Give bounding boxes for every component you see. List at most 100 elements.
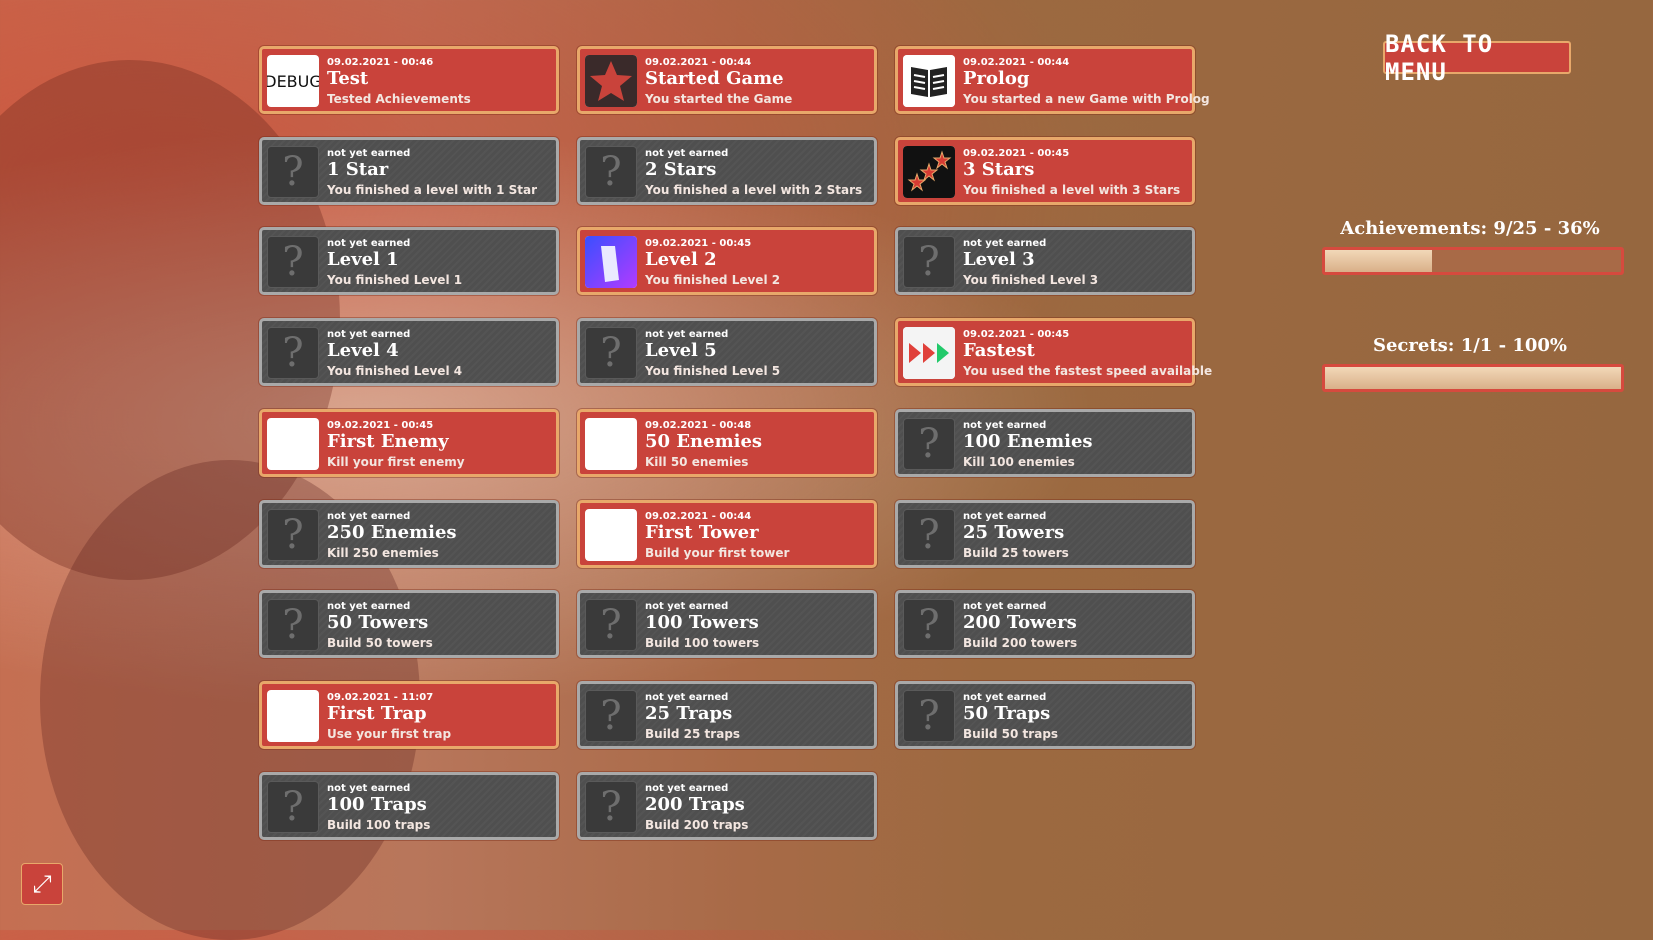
achievement-card[interactable]: 09.02.2021 - 00:48 50 Enemies Kill 50 enem… <box>577 408 877 477</box>
achievement-card[interactable]: ? not yet earned Level 3 You finished Level… <box>895 227 1195 296</box>
achievement-card[interactable]: ? not yet earned 100 Towers Build 100 tower… <box>577 590 877 659</box>
achievement-description: Build 100 traps <box>327 817 431 832</box>
blank-icon <box>585 417 637 470</box>
achievement-title: Fastest <box>963 340 1035 362</box>
achievement-card[interactable]: ? not yet earned 200 Traps Build 200 traps <box>577 771 877 840</box>
achievement-title: 3 Stars <box>963 158 1035 180</box>
achievement-description: You finished Level 5 <box>645 364 781 379</box>
achievement-title: First Enemy <box>327 430 449 452</box>
fullscreen-toggle-button[interactable]: ⤢ <box>21 863 63 905</box>
achievement-date: 09.02.2021 - 00:45 <box>963 147 1070 159</box>
achievement-title: 200 Towers <box>963 612 1077 634</box>
question-icon: ? <box>267 327 319 380</box>
achievement-title: Level 2 <box>645 249 717 271</box>
question-icon: ? <box>903 417 955 470</box>
achievement-card[interactable]: 09.02.2021 - 00:45 Level 2 You finished Le… <box>577 227 877 296</box>
achievement-card[interactable]: ? not yet earned 2 Stars You finished a lev… <box>577 136 877 205</box>
level2-icon <box>585 236 637 289</box>
achievement-title: 250 Enemies <box>327 521 457 543</box>
achievement-card[interactable]: 09.02.2021 - 00:44 First Tower Build your … <box>577 499 877 568</box>
achievement-title: 100 Towers <box>645 612 759 634</box>
back-to-menu-button[interactable]: BACK TO MENU <box>1383 30 1571 86</box>
achievement-card[interactable]: 09.02.2021 - 00:44 Prolog You started a ne… <box>895 46 1210 114</box>
achievement-card[interactable]: ? not yet earned 25 Traps Build 25 traps <box>577 680 877 749</box>
blank-icon <box>585 508 637 561</box>
question-icon: ? <box>267 145 319 198</box>
achievement-title: Prolog <box>963 68 1030 89</box>
achievement-date: not yet earned <box>963 419 1047 431</box>
secrets-progress-label: Secrets: 1/1 - 100% <box>1372 335 1567 356</box>
achievement-description: Build your first tower <box>645 545 790 560</box>
achievement-card[interactable]: ? not yet earned 50 Towers Build 50 towers <box>259 590 559 659</box>
achievement-date: not yet earned <box>645 691 729 703</box>
question-icon: ? <box>585 327 637 380</box>
achievement-card[interactable]: ? not yet earned 1 Star You finished a leve… <box>259 136 559 205</box>
achievement-card[interactable]: ? not yet earned 200 Towers Build 200 tower… <box>895 590 1195 659</box>
achievement-card[interactable]: DEBUG 09.02.2021 - 00:46 Test Tested Achiev… <box>259 46 559 114</box>
achievement-description: Kill your first enemy <box>327 454 465 469</box>
question-icon: ? <box>903 236 955 289</box>
question-icon: ? <box>903 689 955 742</box>
achievement-title: Level 5 <box>645 340 717 362</box>
achievement-card[interactable]: ? not yet earned 50 Traps Build 50 traps <box>895 680 1195 749</box>
achievement-date: not yet earned <box>963 510 1047 522</box>
achievement-date: not yet earned <box>327 601 411 613</box>
achievement-date: 09.02.2021 - 00:45 <box>963 329 1070 341</box>
achievement-description: Build 200 traps <box>645 817 749 832</box>
achievement-description: You finished a level with 3 Stars <box>963 182 1181 197</box>
fast-forward-icon <box>903 327 955 380</box>
achievement-card[interactable]: ? not yet earned Level 5 You finished Level… <box>577 318 877 387</box>
achievement-card[interactable]: ? not yet earned Level 1 You finished Level… <box>259 227 559 296</box>
achievement-date: not yet earned <box>963 691 1047 703</box>
achievement-date: not yet earned <box>963 238 1047 250</box>
blank-icon <box>267 689 319 742</box>
achievement-date: 09.02.2021 - 00:44 <box>645 510 752 522</box>
question-icon: ? <box>267 508 319 561</box>
star-icon <box>585 55 637 107</box>
expand-icon: ⤢ <box>32 870 52 898</box>
achievement-date: not yet earned <box>327 238 411 250</box>
achievement-date: 09.02.2021 - 11:07 <box>327 691 434 703</box>
question-icon: ? <box>585 599 637 652</box>
achievement-card[interactable]: 09.02.2021 - 11:07 First Trap Use your fir… <box>259 680 559 749</box>
achievement-title: First Trap <box>327 702 427 724</box>
achievement-title: 25 Traps <box>645 702 733 724</box>
achievement-title: 100 Enemies <box>963 430 1093 452</box>
question-icon: ? <box>585 689 637 742</box>
debug-icon: DEBUG <box>267 55 319 107</box>
achievement-description: You started a new Game with Prolog <box>963 92 1210 106</box>
question-icon: ? <box>585 145 637 198</box>
achievements-progress-label: Achievements: 9/25 - 36% <box>1340 218 1600 239</box>
achievement-description: Build 25 towers <box>963 545 1069 560</box>
achievement-description: Build 50 traps <box>963 726 1059 741</box>
book-icon <box>903 55 955 107</box>
achievement-date: 09.02.2021 - 00:45 <box>327 419 434 431</box>
achievement-card[interactable]: 09.02.2021 - 00:44 Started Game You starte… <box>577 46 877 114</box>
achievement-date: not yet earned <box>645 147 729 159</box>
achievement-description: You used the fastest speed available <box>963 364 1213 379</box>
achievement-card[interactable]: 09.02.2021 - 00:45 First Enemy Kill your f… <box>259 408 559 477</box>
secrets-progress-bar <box>1322 364 1624 392</box>
achievement-description: You finished a level with 1 Star <box>327 182 538 197</box>
question-icon: ? <box>267 236 319 289</box>
achievement-description: Build 200 towers <box>963 636 1078 651</box>
achievement-description: You finished Level 1 <box>327 273 463 288</box>
achievement-card[interactable]: ? not yet earned 25 Towers Build 25 towers <box>895 499 1195 568</box>
achievement-title: 25 Towers <box>963 521 1065 543</box>
achievement-date: not yet earned <box>645 782 729 794</box>
achievement-title: 50 Enemies <box>645 430 763 452</box>
achievement-date: 09.02.2021 - 00:44 <box>645 57 752 68</box>
achievement-description: You started the Game <box>645 92 793 106</box>
achievement-card[interactable]: 09.02.2021 - 00:45 3 Stars You finished a … <box>895 136 1195 205</box>
achievement-card[interactable]: ? not yet earned 100 Enemies Kill 100 enemi… <box>895 408 1195 477</box>
achievement-card[interactable]: ? not yet earned 250 Enemies Kill 250 enemi… <box>259 499 559 568</box>
achievement-title: 2 Stars <box>645 158 717 180</box>
achievement-card[interactable]: ? not yet earned 100 Traps Build 100 traps <box>259 771 559 840</box>
achievement-title: Level 1 <box>327 249 399 271</box>
achievement-card[interactable]: 09.02.2021 - 00:45 Fastest You used the fa… <box>895 318 1212 387</box>
achievement-title: 100 Traps <box>327 793 427 815</box>
achievement-card[interactable]: ? not yet earned Level 4 You finished Level… <box>259 318 559 387</box>
achievement-description: Build 50 towers <box>327 636 433 651</box>
question-icon: ? <box>267 599 319 652</box>
achievement-title: 1 Star <box>327 158 389 180</box>
